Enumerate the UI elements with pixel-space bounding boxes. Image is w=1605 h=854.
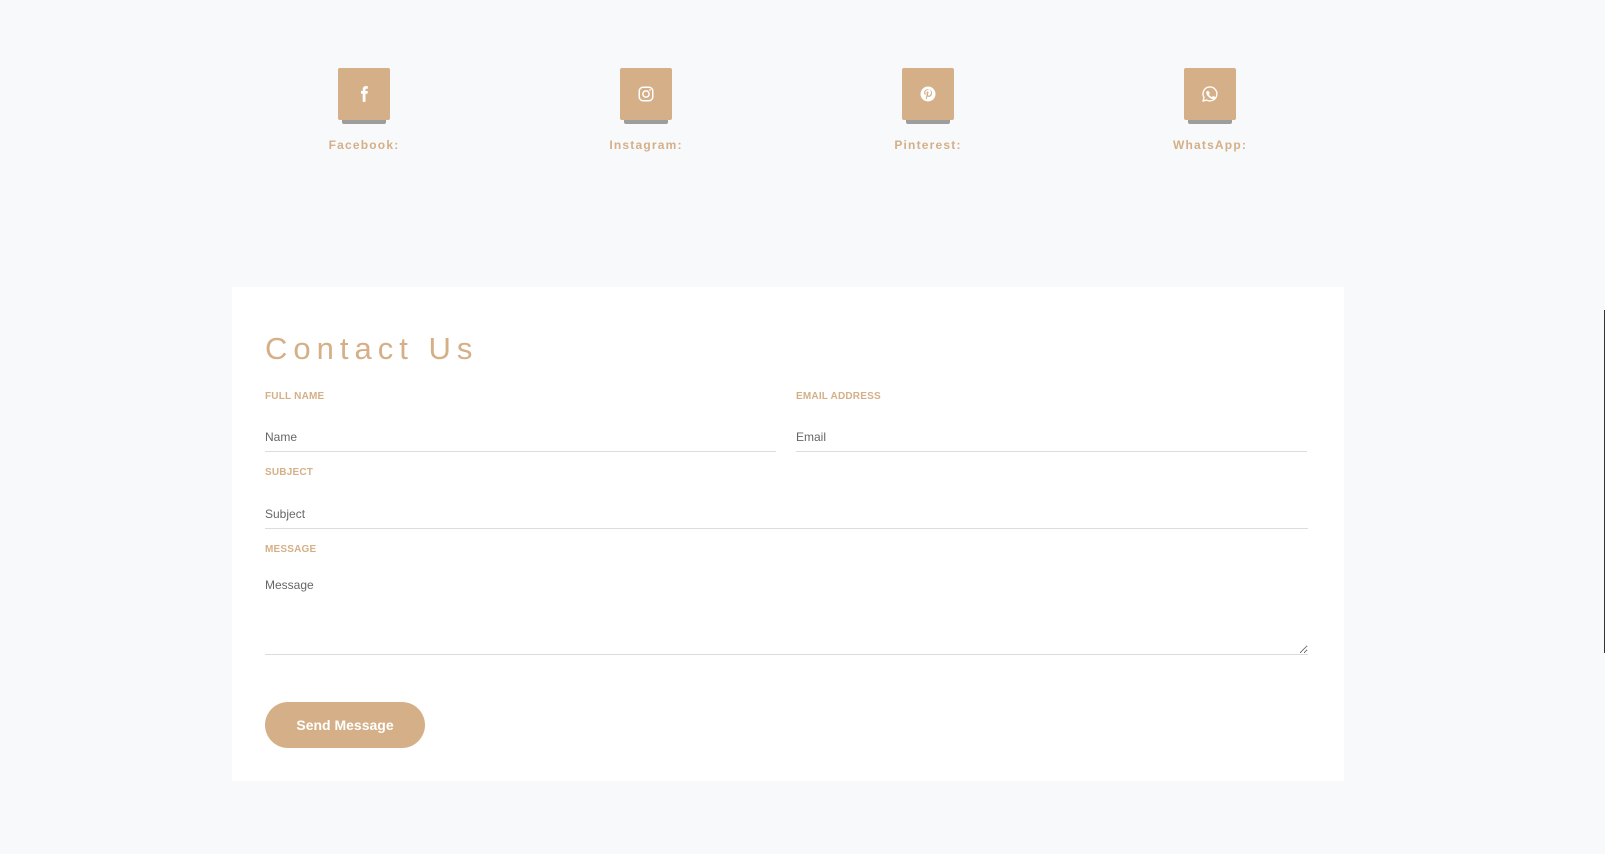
instagram-icon bbox=[638, 86, 654, 102]
facebook-icon bbox=[361, 86, 368, 102]
social-label-whatsapp: WhatsApp: bbox=[1172, 138, 1248, 152]
instagram-button[interactable] bbox=[620, 68, 672, 124]
subject-input[interactable] bbox=[265, 500, 1308, 529]
whatsapp-icon bbox=[1202, 86, 1218, 102]
social-label-facebook: Facebook: bbox=[328, 138, 400, 152]
social-item-facebook: Facebook: bbox=[294, 68, 434, 152]
social-item-whatsapp: WhatsApp: bbox=[1140, 68, 1280, 152]
social-label-pinterest: Pinterest: bbox=[894, 138, 962, 152]
social-links: Facebook: Instagram: Pinterest: WhatsApp… bbox=[0, 0, 1605, 200]
message-textarea[interactable] bbox=[265, 578, 1308, 655]
full-name-input[interactable] bbox=[265, 423, 776, 452]
send-message-button[interactable]: Send Message bbox=[265, 702, 425, 748]
facebook-button[interactable] bbox=[338, 68, 390, 124]
whatsapp-button[interactable] bbox=[1184, 68, 1236, 124]
email-label: EMAIL ADDRESS bbox=[796, 391, 881, 402]
social-label-instagram: Instagram: bbox=[609, 138, 683, 152]
email-input[interactable] bbox=[796, 423, 1307, 452]
full-name-label: FULL NAME bbox=[265, 391, 325, 402]
message-label: MESSAGE bbox=[265, 544, 317, 555]
social-item-instagram: Instagram: bbox=[576, 68, 716, 152]
pinterest-icon bbox=[920, 86, 936, 102]
contact-title: Contact Us bbox=[265, 331, 479, 366]
subject-label: SUBJECT bbox=[265, 467, 314, 478]
social-item-pinterest: Pinterest: bbox=[858, 68, 998, 152]
pinterest-button[interactable] bbox=[902, 68, 954, 124]
contact-form-card: Contact Us FULL NAME EMAIL ADDRESS SUBJE… bbox=[232, 287, 1344, 781]
